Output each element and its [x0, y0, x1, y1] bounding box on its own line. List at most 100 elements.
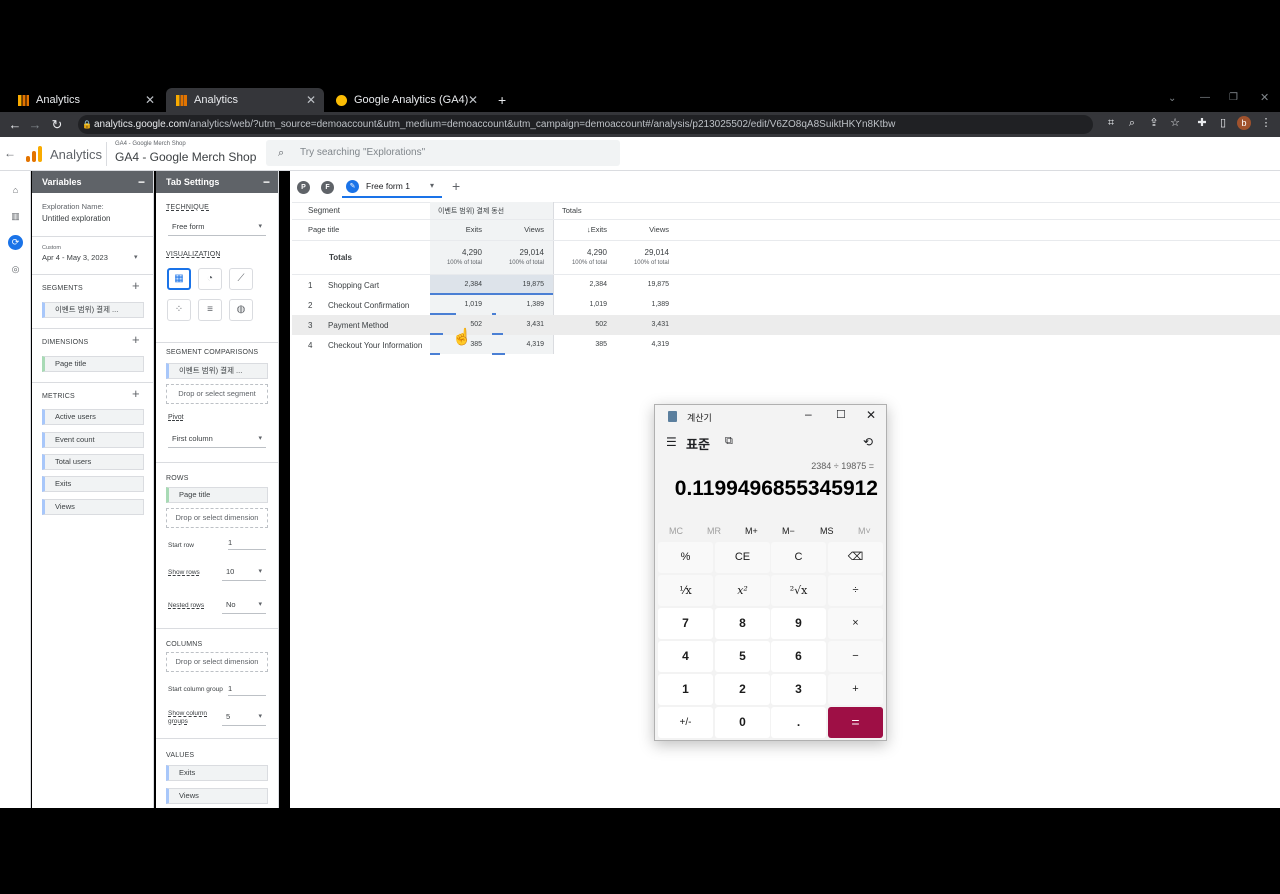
square-button[interactable]: x² — [715, 575, 770, 606]
backspace-button[interactable]: ⌫ — [828, 542, 883, 573]
menu-dots-icon[interactable]: ⋮ — [1259, 116, 1273, 130]
digit-9-button[interactable]: 9 — [771, 608, 826, 639]
back-icon[interactable]: ← — [4, 117, 26, 132]
tab-search-icon[interactable]: ⌄ — [1168, 93, 1176, 104]
decimal-button[interactable]: . — [771, 707, 826, 738]
add-metric-icon[interactable]: + — [132, 386, 140, 401]
digit-5-button[interactable]: 5 — [715, 641, 770, 672]
exploration-name-input[interactable]: Untitled exploration — [42, 214, 110, 223]
digit-4-button[interactable]: 4 — [658, 641, 713, 672]
show-col-groups-select[interactable]: 5 — [222, 708, 266, 726]
sidepanel-icon[interactable]: ▯ — [1216, 116, 1230, 130]
digit-0-button[interactable]: 0 — [715, 707, 770, 738]
back-arrow-icon[interactable]: ← — [4, 146, 16, 160]
col-exits[interactable]: Exits — [440, 225, 482, 234]
search-input[interactable]: ⌕ Try searching "Explorations" — [266, 140, 620, 166]
restore-icon[interactable]: ❐ — [1229, 92, 1238, 103]
row-dimension-chip[interactable]: Page title — [166, 487, 268, 503]
equals-button[interactable]: = — [828, 707, 883, 738]
segment-chip[interactable]: 이벤트 범위) 결제 ... — [42, 302, 144, 318]
property-selector[interactable]: GA4 - Google Merch Shop — [115, 150, 256, 164]
browser-tab-1[interactable]: Analytics ✕ — [8, 88, 163, 112]
close-tab-icon[interactable]: ✕ — [145, 93, 155, 107]
history-icon[interactable]: ⟲ — [863, 435, 873, 449]
tab-p-button[interactable]: P — [297, 181, 310, 194]
row-title[interactable]: Checkout Your Information — [328, 341, 422, 350]
show-rows-select[interactable]: 10 — [222, 563, 266, 581]
row-title[interactable]: Checkout Confirmation — [328, 301, 409, 310]
ce-button[interactable]: CE — [715, 542, 770, 573]
sqrt-button[interactable]: ²√x — [771, 575, 826, 606]
start-row-input[interactable]: 1 — [228, 538, 266, 550]
drop-column-dimension-zone[interactable]: Drop or select dimension — [166, 652, 268, 672]
pivot-select[interactable]: First column — [168, 430, 266, 448]
minus-button[interactable]: − — [828, 641, 883, 672]
c-button[interactable]: C — [771, 542, 826, 573]
minimize-icon[interactable]: – — [805, 407, 812, 421]
tab-f-button[interactable]: F — [321, 181, 334, 194]
mc-button[interactable]: MC — [669, 526, 683, 536]
digit-1-button[interactable]: 1 — [658, 674, 713, 705]
share-icon[interactable]: ⇪ — [1147, 116, 1161, 130]
zoom-icon[interactable]: ⌕ — [1125, 116, 1139, 130]
row-title[interactable]: Payment Method — [328, 321, 388, 330]
forward-icon[interactable]: → — [24, 117, 46, 132]
digit-3-button[interactable]: 3 — [771, 674, 826, 705]
new-tab-button[interactable]: + — [488, 88, 508, 112]
col-views-2[interactable]: Views — [626, 225, 669, 234]
chevron-down-icon[interactable]: ▾ — [430, 181, 434, 190]
extensions-icon[interactable]: ✚ — [1195, 116, 1209, 130]
ms-button[interactable]: MS — [820, 526, 834, 536]
drop-dimension-zone[interactable]: Drop or select dimension — [166, 508, 268, 528]
multiply-button[interactable]: × — [828, 608, 883, 639]
add-tab-button[interactable]: + — [452, 178, 460, 194]
keep-on-top-icon[interactable]: ⧉ — [725, 435, 733, 448]
digit-8-button[interactable]: 8 — [715, 608, 770, 639]
technique-select[interactable]: Free form — [168, 218, 266, 236]
add-segment-icon[interactable]: + — [132, 278, 140, 293]
m-plus-button[interactable]: M+ — [745, 526, 758, 536]
tab-free-form-1[interactable]: ✎ Free form 1 ▾ — [342, 177, 442, 198]
advertising-icon[interactable]: ◎ — [8, 262, 23, 277]
metric-chip[interactable]: Total users — [42, 454, 144, 470]
digit-6-button[interactable]: 6 — [771, 641, 826, 672]
value-chip[interactable]: Views — [166, 788, 268, 804]
divide-button[interactable]: ÷ — [828, 575, 883, 606]
metric-chip[interactable]: Active users — [42, 409, 144, 425]
explore-icon[interactable]: ⟳ — [8, 235, 23, 250]
plus-button[interactable]: + — [828, 674, 883, 705]
close-tab-icon[interactable]: ✕ — [306, 93, 316, 107]
table-viz-icon[interactable]: ▦ — [167, 268, 191, 290]
close-tab-icon[interactable]: ✕ — [468, 93, 478, 107]
browser-tab-2[interactable]: Analytics ✕ — [166, 88, 324, 112]
maximize-icon[interactable]: ☐ — [836, 408, 846, 421]
chevron-down-icon[interactable]: ▾ — [134, 253, 138, 261]
reciprocal-button[interactable]: ¹⁄x — [658, 575, 713, 606]
nested-rows-select[interactable]: No — [222, 596, 266, 614]
digit-2-button[interactable]: 2 — [715, 674, 770, 705]
translate-icon[interactable]: ⌗ — [1104, 116, 1118, 130]
memory-list-button[interactable]: M˅ — [858, 526, 871, 536]
hamburger-menu-icon[interactable]: ☰ — [666, 435, 677, 449]
add-dimension-icon[interactable]: + — [132, 332, 140, 347]
percent-button[interactable]: % — [658, 542, 713, 573]
negate-button[interactable]: +/- — [658, 707, 713, 738]
col-exits-sorted[interactable]: ↓Exits — [564, 225, 607, 234]
collapse-icon[interactable]: − — [263, 171, 270, 193]
close-icon[interactable]: ✕ — [866, 408, 876, 422]
donut-viz-icon[interactable]: ◔ — [198, 268, 222, 290]
collapse-icon[interactable]: − — [138, 171, 145, 193]
dimension-chip[interactable]: Page title — [42, 356, 144, 372]
profile-avatar[interactable]: b — [1237, 116, 1251, 130]
reports-icon[interactable]: ▥ — [8, 209, 23, 224]
date-range-picker[interactable]: Apr 4 - May 3, 2023 — [42, 253, 108, 262]
close-window-icon[interactable]: ✕ — [1260, 91, 1269, 104]
url-field[interactable]: 🔒 analytics.google.com/analytics/web/?ut… — [78, 115, 1093, 134]
minimize-icon[interactable]: — — [1200, 92, 1210, 103]
m-minus-button[interactable]: M− — [782, 526, 795, 536]
start-col-group-input[interactable]: 1 — [228, 684, 266, 696]
home-icon[interactable]: ⌂ — [8, 183, 23, 198]
value-chip[interactable]: Exits — [166, 765, 268, 781]
line-viz-icon[interactable]: ⟋ — [229, 268, 253, 290]
drop-segment-zone[interactable]: Drop or select segment — [166, 384, 268, 404]
